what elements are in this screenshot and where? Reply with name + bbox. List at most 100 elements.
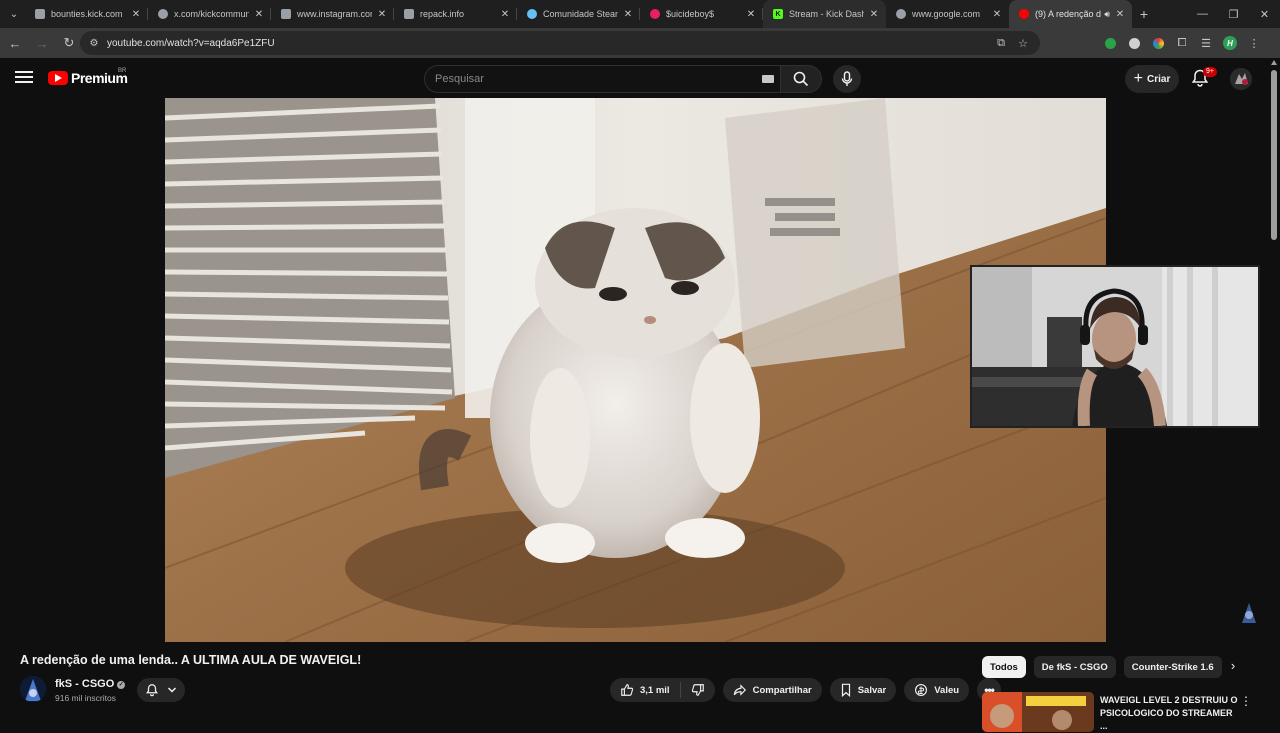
- close-window-icon[interactable]: ✕: [1249, 0, 1280, 28]
- youtube-premium-logo[interactable]: Premium BR: [48, 68, 128, 86]
- url-text[interactable]: youtube.com/watch?v=aqda6Pe1ZFU: [107, 38, 275, 49]
- save-label: Salvar: [857, 684, 887, 696]
- subscription-bell-button[interactable]: [137, 678, 185, 702]
- share-icon: [733, 684, 746, 696]
- recommended-title[interactable]: WAVEIGL LEVEL 2 DESTRUIU O PSICOLOGICO D…: [1100, 694, 1238, 733]
- save-button[interactable]: Salvar: [829, 678, 897, 702]
- globe-favicon-icon: [158, 9, 168, 19]
- chevron-down-icon: [167, 687, 177, 693]
- browser-tab-active[interactable]: (9) A redenção d 🔊︎ ✕: [1009, 0, 1132, 28]
- close-tab-icon[interactable]: ✕: [868, 9, 880, 20]
- voice-search-button[interactable]: [833, 65, 861, 93]
- video-frame-image: [165, 98, 1106, 642]
- menu-icon[interactable]: [14, 68, 34, 88]
- channel-watermark-icon[interactable]: [1236, 599, 1262, 625]
- tab-title: www.google.com: [912, 9, 981, 19]
- chip-from-channel[interactable]: De fkS - CSGO: [1033, 656, 1116, 678]
- close-tab-icon[interactable]: ✕: [499, 9, 511, 20]
- create-button[interactable]: + Criar: [1125, 65, 1179, 93]
- browser-tab[interactable]: www.google.com ✕: [886, 0, 1009, 28]
- more-vert-icon[interactable]: ⋮: [1240, 694, 1252, 708]
- filter-chips: Todos De fkS - CSGO Counter-Strike 1.6: [982, 656, 1222, 678]
- chip-topic[interactable]: Counter-Strike 1.6: [1123, 656, 1222, 678]
- browser-tab[interactable]: bounties.kick.com ✕: [25, 0, 148, 28]
- search-icon: [793, 71, 809, 87]
- browser-tab[interactable]: www.instagram.com ✕: [271, 0, 394, 28]
- channel-avatar[interactable]: [20, 676, 46, 702]
- youtube-favicon-icon: [1019, 9, 1029, 19]
- notifications-button[interactable]: 9+: [1190, 67, 1217, 90]
- chevron-right-icon[interactable]: ›: [1224, 658, 1242, 676]
- reading-list-icon[interactable]: ☰: [1194, 31, 1218, 55]
- browser-tab[interactable]: repack.info ✕: [394, 0, 517, 28]
- extension-green-icon[interactable]: [1098, 31, 1122, 55]
- extension-color-icon[interactable]: [1146, 31, 1170, 55]
- browser-tab[interactable]: x.com/kickcommunity ✕: [148, 0, 271, 28]
- recommended-video[interactable]: WAVEIGL LEVEL 2 DESTRUIU O PSICOLOGICO D…: [982, 690, 1252, 733]
- create-label: Criar: [1146, 73, 1171, 85]
- search-input[interactable]: Pesquisar: [424, 65, 780, 93]
- close-tab-icon[interactable]: ✕: [253, 9, 265, 20]
- subscriber-count: 916 mil inscritos: [55, 693, 116, 703]
- keyboard-icon[interactable]: [762, 75, 774, 83]
- close-tab-icon[interactable]: ✕: [130, 9, 142, 20]
- page-scrollbar[interactable]: [1268, 58, 1280, 720]
- webcam-overlay: [970, 265, 1260, 428]
- verified-icon: ✓: [117, 681, 126, 689]
- bell-icon: [146, 684, 158, 697]
- thanks-button[interactable]: Valeu: [904, 678, 970, 702]
- new-tab-button[interactable]: +: [1132, 6, 1156, 22]
- search-bar: Pesquisar: [424, 65, 822, 93]
- share-label: Compartilhar: [752, 684, 812, 696]
- address-bar[interactable]: ⚙ youtube.com/watch?v=aqda6Pe1ZFU ⧉ ☆: [80, 31, 1040, 55]
- music-favicon-icon: [650, 9, 660, 19]
- instagram-favicon-icon: [281, 9, 291, 19]
- back-icon[interactable]: ←: [3, 31, 27, 55]
- like-button[interactable]: 3,1 mil: [610, 682, 681, 698]
- profile-icon[interactable]: H: [1218, 31, 1242, 55]
- bookmark-star-icon[interactable]: ☆: [1012, 37, 1034, 50]
- repack-favicon-icon: [404, 9, 414, 19]
- close-tab-icon[interactable]: ✕: [1114, 9, 1126, 20]
- site-info-icon[interactable]: ⚙: [83, 38, 105, 49]
- speaker-icon[interactable]: 🔊︎: [1104, 9, 1110, 20]
- share-button[interactable]: Compartilhar: [722, 678, 822, 702]
- search-button[interactable]: [780, 65, 822, 93]
- tab-title: x.com/kickcommunity: [174, 9, 249, 19]
- chip-all[interactable]: Todos: [982, 656, 1026, 678]
- microphone-icon: [841, 71, 853, 86]
- channel-name-text[interactable]: fkS - CSGO: [55, 678, 114, 690]
- close-tab-icon[interactable]: ✕: [622, 9, 634, 20]
- close-tab-icon[interactable]: ✕: [376, 9, 388, 20]
- scrollbar-thumb[interactable]: [1271, 70, 1277, 240]
- browser-tab[interactable]: K Stream - Kick Dashb ✕: [763, 0, 886, 28]
- scroll-up-icon[interactable]: [1271, 60, 1277, 65]
- close-tab-icon[interactable]: ✕: [745, 9, 757, 20]
- browser-tab[interactable]: $uicideboy$ ✕: [640, 0, 763, 28]
- like-dislike-group: 3,1 mil: [610, 678, 715, 702]
- forward-icon[interactable]: →: [30, 31, 54, 55]
- reload-icon[interactable]: ↻: [57, 31, 81, 55]
- install-app-icon[interactable]: ⧉: [990, 37, 1012, 50]
- extension-white-icon[interactable]: [1122, 31, 1146, 55]
- browser-tab[interactable]: Comunidade Steam ✕: [517, 0, 640, 28]
- tab-title: (9) A redenção d: [1035, 9, 1102, 19]
- browser-menu-icon[interactable]: ⋮: [1242, 31, 1266, 55]
- browser-tab-strip: ⌄ bounties.kick.com ✕ x.com/kickcommunit…: [0, 0, 1280, 28]
- tab-search-button[interactable]: ⌄: [3, 3, 25, 25]
- dislike-button[interactable]: [681, 683, 715, 697]
- browser-toolbar: ← → ↻ ⚙ youtube.com/watch?v=aqda6Pe1ZFU …: [0, 28, 1280, 58]
- restore-icon[interactable]: ❐: [1218, 0, 1249, 28]
- notification-badge: 9+: [1203, 67, 1217, 77]
- account-avatar[interactable]: [1230, 68, 1252, 90]
- super-thanks-icon: [915, 684, 928, 696]
- minimize-icon[interactable]: —: [1187, 0, 1218, 28]
- extensions-puzzle-icon[interactable]: ⧠: [1170, 31, 1194, 55]
- close-tab-icon[interactable]: ✕: [991, 9, 1003, 20]
- country-code: BR: [118, 68, 127, 74]
- google-favicon-icon: [896, 9, 906, 19]
- video-player[interactable]: [165, 98, 1106, 642]
- recommended-thumbnail[interactable]: [982, 692, 1094, 732]
- channel-name[interactable]: fkS - CSGO ✓: [55, 678, 126, 690]
- tab-title: Comunidade Steam: [543, 9, 618, 19]
